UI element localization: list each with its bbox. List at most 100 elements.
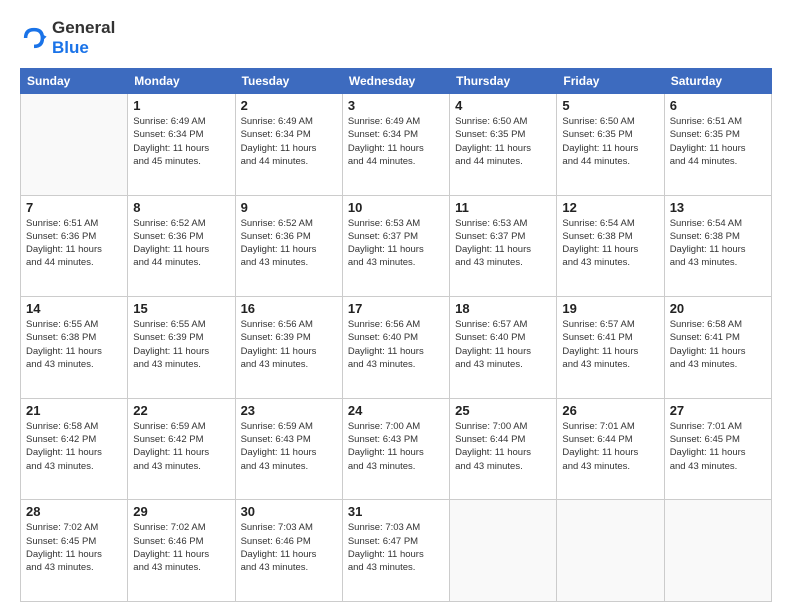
day-info: Sunrise: 6:59 AM Sunset: 6:43 PM Dayligh… [241, 420, 337, 473]
calendar-cell: 5Sunrise: 6:50 AM Sunset: 6:35 PM Daylig… [557, 94, 664, 196]
page: General Blue SundayMondayTuesdayWednesda… [0, 0, 792, 612]
day-number: 27 [670, 403, 766, 418]
day-number: 18 [455, 301, 551, 316]
calendar-cell: 21 Sunrise: 6:58 AM Sunset: 6:42 PM Dayli… [21, 398, 128, 500]
day-info: Sunrise: 6:50 AM Sunset: 6:35 PM Dayligh… [562, 115, 658, 168]
calendar-cell: 28 Sunrise: 7:02 AM Sunset: 6:45 PM Dayli… [21, 500, 128, 602]
day-number: 22 [133, 403, 229, 418]
day-info: Sunrise: 6:52 AM Sunset: 6:36 PM Dayligh… [133, 217, 229, 270]
day-info: Sunrise: 7:03 AM Sunset: 6:46 PM Dayligh… [241, 521, 337, 574]
day-info: Sunrise: 7:01 AM Sunset: 6:44 PM Dayligh… [562, 420, 658, 473]
calendar-cell: 29Sunrise: 7:02 AM Sunset: 6:46 PM Dayli… [128, 500, 235, 602]
day-number: 8 [133, 200, 229, 215]
calendar-cell: 12 Sunrise: 6:54 AM Sunset: 6:38 PM Dayli… [557, 195, 664, 297]
day-number: 13 [670, 200, 766, 215]
day-number: 23 [241, 403, 337, 418]
day-number: 19 [562, 301, 658, 316]
calendar-cell: 23 Sunrise: 6:59 AM Sunset: 6:43 PM Dayli… [235, 398, 342, 500]
calendar-cell: 10 Sunrise: 6:53 AM Sunset: 6:37 PM Dayli… [342, 195, 449, 297]
day-info: Sunrise: 7:01 AM Sunset: 6:45 PM Dayligh… [670, 420, 766, 473]
calendar-cell: 20 Sunrise: 6:58 AM Sunset: 6:41 PM Dayli… [664, 297, 771, 399]
day-number: 11 [455, 200, 551, 215]
calendar-cell: 4 Sunrise: 6:50 AM Sunset: 6:35 PM Daylig… [450, 94, 557, 196]
day-number: 7 [26, 200, 122, 215]
day-info: Sunrise: 6:53 AM Sunset: 6:37 PM Dayligh… [455, 217, 551, 270]
day-info: Sunrise: 6:51 AM Sunset: 6:36 PM Dayligh… [26, 217, 122, 270]
week-row-2: 7 Sunrise: 6:51 AM Sunset: 6:36 PM Daylig… [21, 195, 772, 297]
day-number: 17 [348, 301, 444, 316]
day-info: Sunrise: 6:52 AM Sunset: 6:36 PM Dayligh… [241, 217, 337, 270]
calendar-cell: 18 Sunrise: 6:57 AM Sunset: 6:40 PM Dayli… [450, 297, 557, 399]
week-row-3: 14 Sunrise: 6:55 AM Sunset: 6:38 PM Dayli… [21, 297, 772, 399]
calendar-cell [450, 500, 557, 602]
calendar-cell: 15 Sunrise: 6:55 AM Sunset: 6:39 PM Dayli… [128, 297, 235, 399]
calendar-cell: 17 Sunrise: 6:56 AM Sunset: 6:40 PM Dayli… [342, 297, 449, 399]
day-number: 20 [670, 301, 766, 316]
day-info: Sunrise: 6:57 AM Sunset: 6:41 PM Dayligh… [562, 318, 658, 371]
calendar-cell: 16Sunrise: 6:56 AM Sunset: 6:39 PM Dayli… [235, 297, 342, 399]
calendar-cell [557, 500, 664, 602]
calendar-cell: 8 Sunrise: 6:52 AM Sunset: 6:36 PM Daylig… [128, 195, 235, 297]
day-info: Sunrise: 6:58 AM Sunset: 6:42 PM Dayligh… [26, 420, 122, 473]
day-info: Sunrise: 6:53 AM Sunset: 6:37 PM Dayligh… [348, 217, 444, 270]
day-info: Sunrise: 6:55 AM Sunset: 6:38 PM Dayligh… [26, 318, 122, 371]
logo-icon [20, 24, 48, 52]
day-number: 24 [348, 403, 444, 418]
calendar-cell: 11 Sunrise: 6:53 AM Sunset: 6:37 PM Dayli… [450, 195, 557, 297]
day-info: Sunrise: 6:54 AM Sunset: 6:38 PM Dayligh… [562, 217, 658, 270]
day-info: Sunrise: 6:49 AM Sunset: 6:34 PM Dayligh… [348, 115, 444, 168]
weekday-header-row: SundayMondayTuesdayWednesdayThursdayFrid… [21, 69, 772, 94]
calendar-cell: 1Sunrise: 6:49 AM Sunset: 6:34 PM Daylig… [128, 94, 235, 196]
logo-text: General Blue [52, 18, 115, 58]
weekday-friday: Friday [557, 69, 664, 94]
day-number: 15 [133, 301, 229, 316]
calendar-table: SundayMondayTuesdayWednesdayThursdayFrid… [20, 68, 772, 602]
day-number: 6 [670, 98, 766, 113]
day-info: Sunrise: 7:00 AM Sunset: 6:43 PM Dayligh… [348, 420, 444, 473]
calendar-cell: 27 Sunrise: 7:01 AM Sunset: 6:45 PM Dayli… [664, 398, 771, 500]
day-info: Sunrise: 6:57 AM Sunset: 6:40 PM Dayligh… [455, 318, 551, 371]
day-info: Sunrise: 6:49 AM Sunset: 6:34 PM Dayligh… [241, 115, 337, 168]
calendar-cell: 7 Sunrise: 6:51 AM Sunset: 6:36 PM Daylig… [21, 195, 128, 297]
day-number: 28 [26, 504, 122, 519]
weekday-tuesday: Tuesday [235, 69, 342, 94]
day-number: 29 [133, 504, 229, 519]
weekday-saturday: Saturday [664, 69, 771, 94]
calendar-cell: 2 Sunrise: 6:49 AM Sunset: 6:34 PM Daylig… [235, 94, 342, 196]
day-number: 30 [241, 504, 337, 519]
weekday-thursday: Thursday [450, 69, 557, 94]
calendar-cell: 13Sunrise: 6:54 AM Sunset: 6:38 PM Dayli… [664, 195, 771, 297]
day-info: Sunrise: 6:49 AM Sunset: 6:34 PM Dayligh… [133, 115, 229, 168]
calendar-cell [21, 94, 128, 196]
day-number: 2 [241, 98, 337, 113]
weekday-wednesday: Wednesday [342, 69, 449, 94]
day-number: 3 [348, 98, 444, 113]
calendar-cell: 22Sunrise: 6:59 AM Sunset: 6:42 PM Dayli… [128, 398, 235, 500]
calendar-cell: 14 Sunrise: 6:55 AM Sunset: 6:38 PM Dayli… [21, 297, 128, 399]
calendar-cell [664, 500, 771, 602]
calendar-cell: 31Sunrise: 7:03 AM Sunset: 6:47 PM Dayli… [342, 500, 449, 602]
day-info: Sunrise: 6:50 AM Sunset: 6:35 PM Dayligh… [455, 115, 551, 168]
header: General Blue [20, 18, 772, 58]
day-info: Sunrise: 6:55 AM Sunset: 6:39 PM Dayligh… [133, 318, 229, 371]
logo: General Blue [20, 18, 115, 58]
calendar-cell: 19 Sunrise: 6:57 AM Sunset: 6:41 PM Dayli… [557, 297, 664, 399]
day-number: 26 [562, 403, 658, 418]
day-number: 25 [455, 403, 551, 418]
week-row-1: 1Sunrise: 6:49 AM Sunset: 6:34 PM Daylig… [21, 94, 772, 196]
day-number: 12 [562, 200, 658, 215]
day-info: Sunrise: 7:00 AM Sunset: 6:44 PM Dayligh… [455, 420, 551, 473]
calendar-cell: 24 Sunrise: 7:00 AM Sunset: 6:43 PM Dayli… [342, 398, 449, 500]
day-number: 4 [455, 98, 551, 113]
day-info: Sunrise: 7:02 AM Sunset: 6:45 PM Dayligh… [26, 521, 122, 574]
calendar-cell: 25 Sunrise: 7:00 AM Sunset: 6:44 PM Dayli… [450, 398, 557, 500]
day-info: Sunrise: 6:51 AM Sunset: 6:35 PM Dayligh… [670, 115, 766, 168]
day-info: Sunrise: 6:58 AM Sunset: 6:41 PM Dayligh… [670, 318, 766, 371]
calendar-cell: 26 Sunrise: 7:01 AM Sunset: 6:44 PM Dayli… [557, 398, 664, 500]
weekday-monday: Monday [128, 69, 235, 94]
day-number: 10 [348, 200, 444, 215]
day-number: 21 [26, 403, 122, 418]
day-info: Sunrise: 6:56 AM Sunset: 6:40 PM Dayligh… [348, 318, 444, 371]
week-row-4: 21 Sunrise: 6:58 AM Sunset: 6:42 PM Dayli… [21, 398, 772, 500]
day-number: 14 [26, 301, 122, 316]
